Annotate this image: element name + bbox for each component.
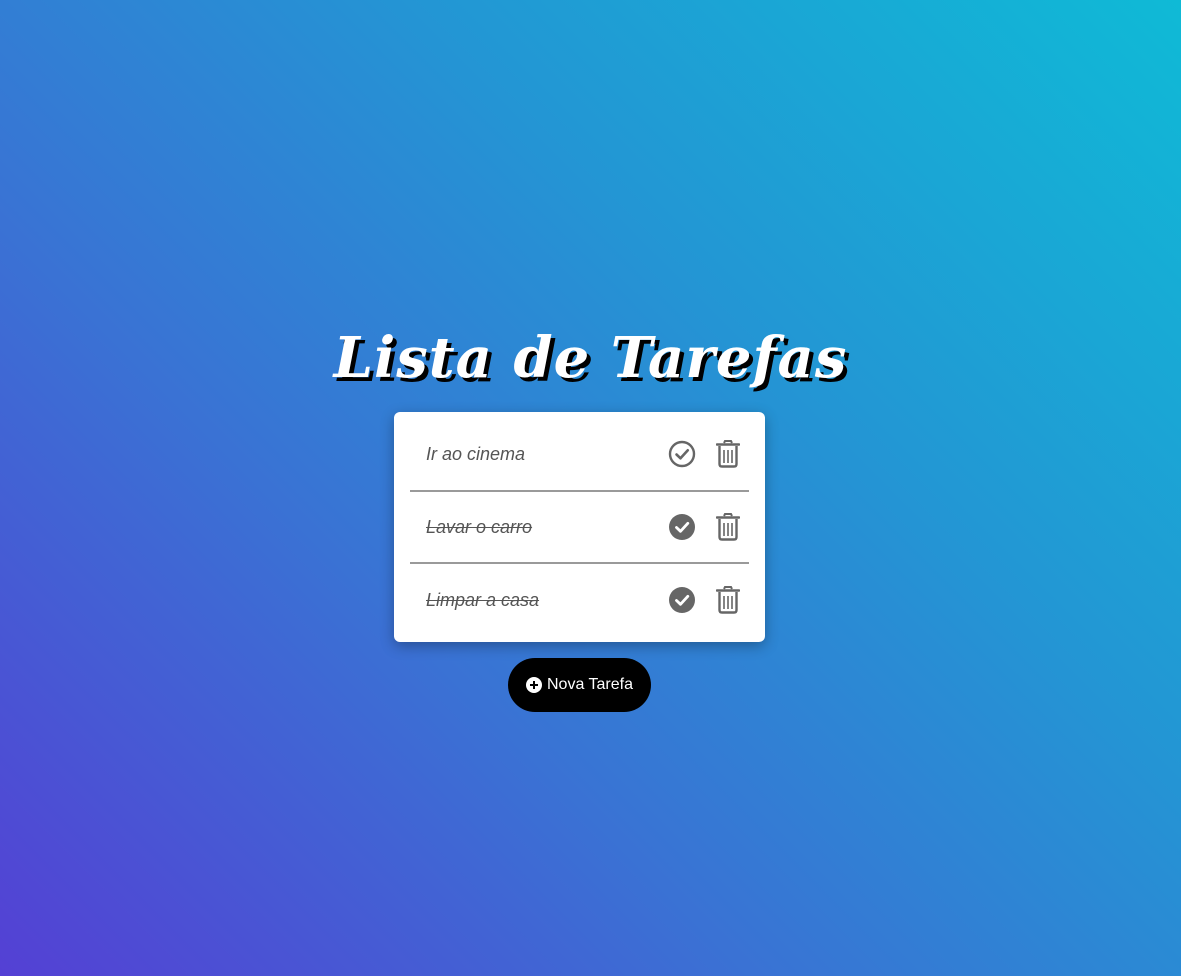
trash-icon — [716, 440, 740, 468]
task-item: Lavar o carro — [410, 492, 749, 564]
delete-button[interactable] — [713, 512, 743, 542]
task-item: Limpar a casa — [410, 564, 749, 636]
task-text: Lavar o carro — [426, 516, 533, 537]
complete-button[interactable] — [667, 439, 697, 469]
complete-button[interactable] — [667, 512, 697, 542]
check-circle-filled-icon — [669, 514, 695, 540]
check-circle-filled-icon — [669, 587, 695, 613]
task-text: Ir ao cinema — [426, 443, 526, 464]
trash-icon — [716, 586, 740, 614]
delete-button[interactable] — [713, 439, 743, 469]
add-task-label: Nova Tarefa — [547, 676, 633, 693]
trash-icon — [716, 513, 740, 541]
check-circle-outline-icon — [668, 440, 696, 468]
delete-button[interactable] — [713, 585, 743, 615]
task-list-card: Ir ao cinema Lavar o carro Limpar a casa — [394, 412, 765, 642]
task-text: Limpar a casa — [426, 589, 540, 610]
plus-circle-icon — [526, 677, 542, 693]
task-item: Ir ao cinema — [410, 412, 749, 492]
complete-button[interactable] — [667, 585, 697, 615]
add-task-button[interactable]: Nova Tarefa — [508, 658, 651, 712]
page-title: Lista de Tarefas — [333, 325, 848, 391]
task-list: Ir ao cinema Lavar o carro Limpar a casa — [394, 412, 765, 636]
